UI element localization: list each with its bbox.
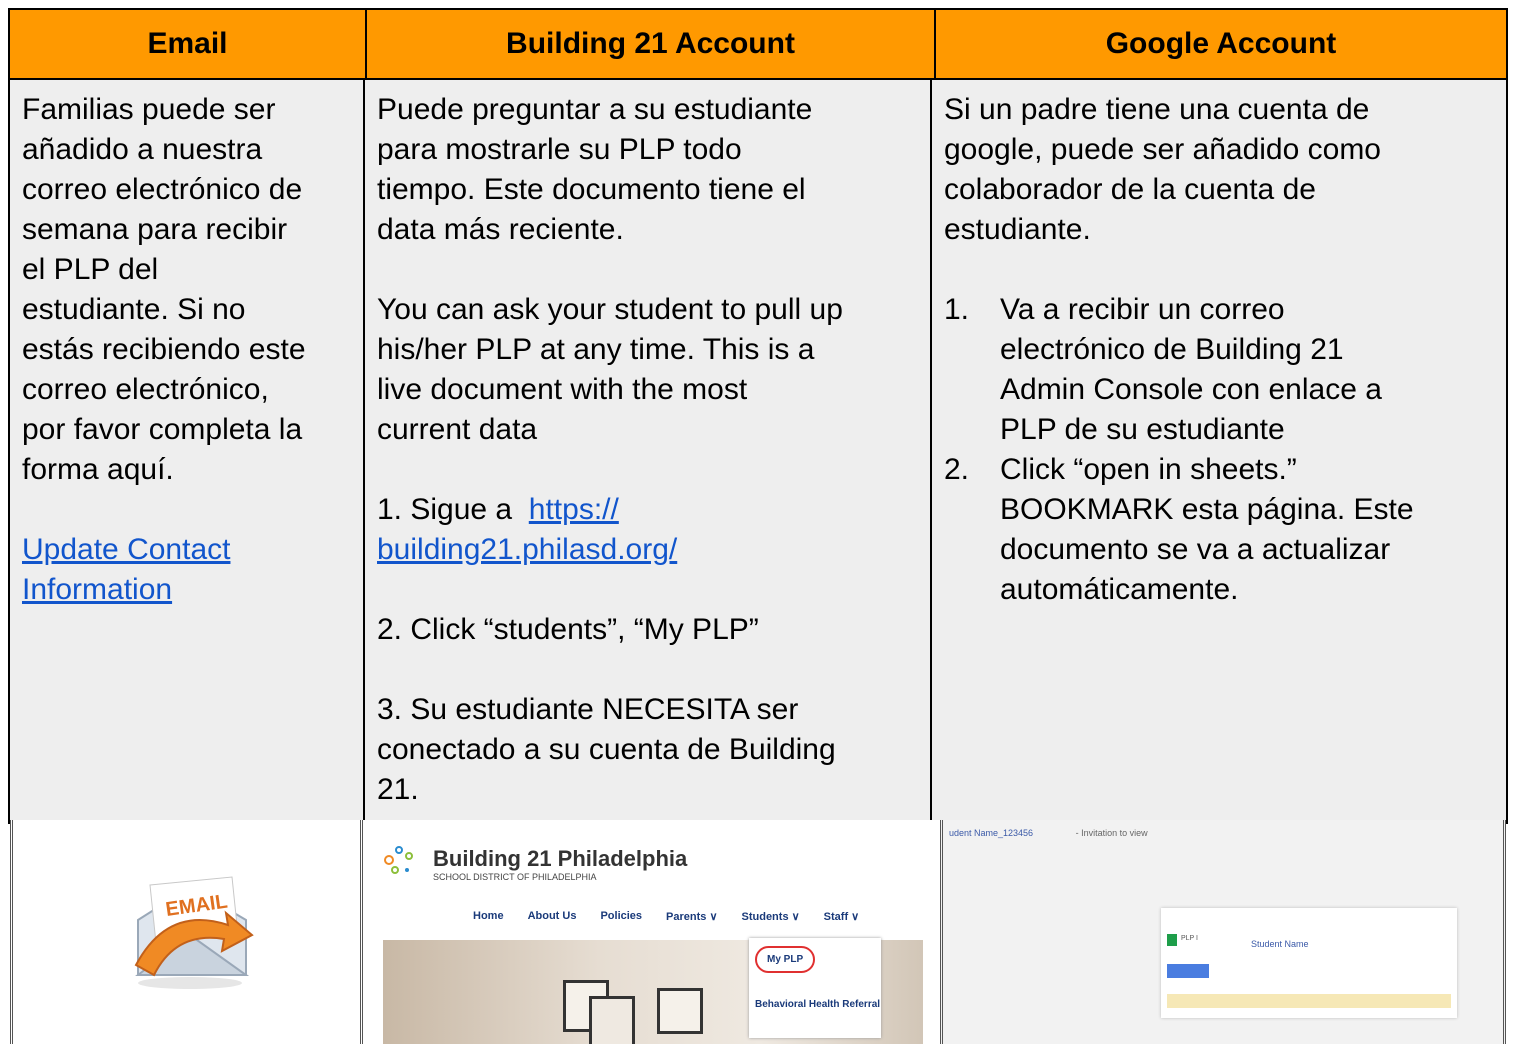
open-in-sheets-button xyxy=(1167,964,1209,978)
building21-english-text: You can ask your student to pull up his/… xyxy=(377,293,843,446)
step-3: 3. Su estudiante NECESITA ser conectado … xyxy=(377,693,836,806)
behavioral-health-menu-item: Behavioral Health Referral xyxy=(755,999,881,1010)
my-plp-menu-item: My PLP xyxy=(755,946,816,973)
step-2: 2. Click “students”, “My PLP” xyxy=(377,613,759,646)
update-contact-link[interactable]: Update Contact Information xyxy=(22,533,230,606)
building21-logo-icon xyxy=(384,846,413,874)
info-table: Email Building 21 Account Google Account… xyxy=(8,8,1508,824)
building21-site-title: Building 21 Philadelphia xyxy=(433,846,688,871)
list-item: 2. Click “open in sheets.” BOOKMARK esta… xyxy=(944,453,1414,606)
building21-site-subtitle: SCHOOL DISTRICT OF PHILADELPHIA xyxy=(433,872,597,882)
email-envelope-icon: EMAIL xyxy=(128,865,258,995)
content-row: Familias puede ser añadido a nuestra cor… xyxy=(10,80,1506,822)
header-email: Email xyxy=(10,10,367,78)
header-building21: Building 21 Account xyxy=(367,10,936,78)
google-email-header: udent Name_123456 - Invitation to view xyxy=(949,828,1148,838)
header-google: Google Account xyxy=(1105,27,1337,60)
students-dropdown: My PLP Behavioral Health Referral xyxy=(749,938,881,1038)
list-item: 1. Va a recibir un correo electrónico de… xyxy=(944,293,1382,446)
google-steps-list: 1. Va a recibir un correo electrónico de… xyxy=(944,290,1494,610)
building21-site-nav: Home About Us Policies Parents ∨ Student… xyxy=(473,910,860,923)
header-row: Email Building 21 Account Google Account xyxy=(10,10,1506,80)
screenshot-row: EMAIL Building 21 Philadelphia SCHOOL DI… xyxy=(10,820,1506,1044)
google-warning-banner xyxy=(1167,994,1451,1008)
google-invite-card: PLP I Student Name xyxy=(1161,908,1457,1018)
email-text: Familias puede ser añadido a nuestra cor… xyxy=(22,93,306,486)
email-image-cell: EMAIL xyxy=(10,820,360,1044)
google-image-cell: udent Name_123456 - Invitation to view P… xyxy=(940,820,1506,1044)
email-cell: Familias puede ser añadido a nuestra cor… xyxy=(10,80,365,822)
building21-spanish-text: Puede preguntar a su estudiante para mos… xyxy=(377,93,813,246)
building21-image-cell: Building 21 Philadelphia SCHOOL DISTRICT… xyxy=(360,820,940,1044)
google-intro-text: Si un padre tiene una cuenta de google, … xyxy=(944,93,1381,246)
building21-cell: Puede preguntar a su estudiante para mos… xyxy=(365,80,932,822)
step-1: 1. Sigue a https://building21.philasd.or… xyxy=(377,493,678,566)
google-cell: Si un padre tiene una cuenta de google, … xyxy=(932,80,1506,822)
